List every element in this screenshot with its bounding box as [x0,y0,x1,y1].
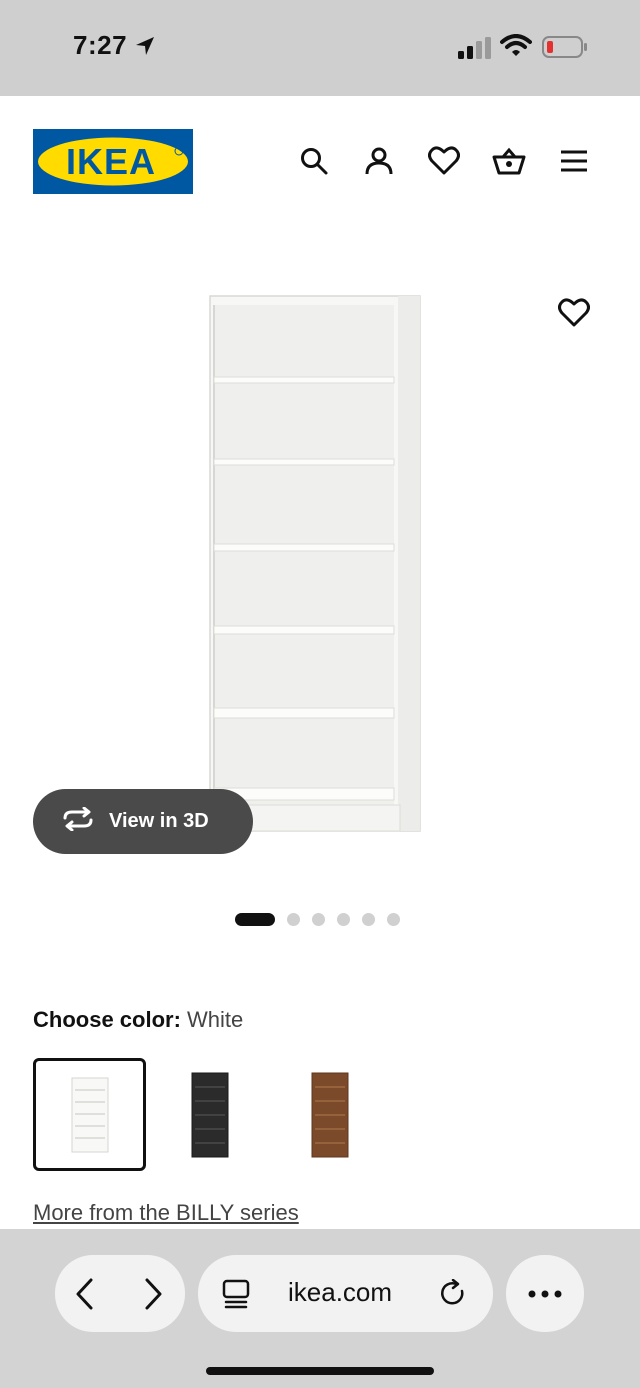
carousel-dot[interactable] [362,913,375,926]
view-in-3d-button[interactable]: View in 3D [33,789,253,854]
rotate-3d-icon [61,806,95,836]
back-arrow-icon[interactable] [73,1277,97,1316]
ikea-logo[interactable]: IKEA [33,129,193,194]
series-link[interactable]: More from the BILLY series [33,1200,299,1226]
battery-icon [542,36,588,63]
favorite-heart-icon[interactable] [555,294,593,332]
site-header: IKEA [0,96,640,216]
carousel-dot[interactable] [287,913,300,926]
home-indicator [206,1367,434,1375]
basket-icon[interactable] [491,143,527,179]
search-icon[interactable] [296,143,332,179]
carousel-dot-active[interactable] [235,913,275,926]
more-options-button[interactable] [506,1255,584,1332]
color-swatch-black-brown[interactable] [153,1058,266,1171]
product-image-bookcase [204,293,424,838]
heart-icon[interactable] [426,143,462,179]
color-selected-value: White [187,1007,244,1032]
color-label-title: Choose color: [33,1007,181,1032]
status-time: 7:27 [73,30,128,60]
tab-overview-icon[interactable] [222,1279,250,1314]
reload-icon[interactable] [440,1278,468,1314]
carousel-dot[interactable] [387,913,400,926]
user-icon[interactable] [361,143,397,179]
carousel-dot[interactable] [312,913,325,926]
status-bar: 7:27 [0,0,640,96]
color-swatch-brown-walnut[interactable] [273,1058,386,1171]
nav-buttons-group [55,1255,185,1332]
color-swatch-white[interactable] [33,1058,146,1171]
wifi-icon [500,34,532,63]
logo-text: IKEA [66,141,156,182]
cellular-signal-icon [458,37,492,64]
browser-toolbar: ikea.com [0,1229,640,1388]
carousel-indicator [235,913,400,926]
location-arrow-icon [134,35,156,62]
color-chooser-label: Choose color: White [33,1007,243,1033]
carousel-dot[interactable] [337,913,350,926]
address-bar[interactable]: ikea.com [198,1255,493,1332]
menu-icon[interactable] [556,143,592,179]
more-dots-icon [528,1285,562,1303]
url-text: ikea.com [288,1277,393,1307]
view-in-3d-label: View in 3D [109,810,209,832]
product-gallery[interactable]: View in 3D [0,216,640,956]
forward-arrow-icon[interactable] [141,1277,165,1316]
